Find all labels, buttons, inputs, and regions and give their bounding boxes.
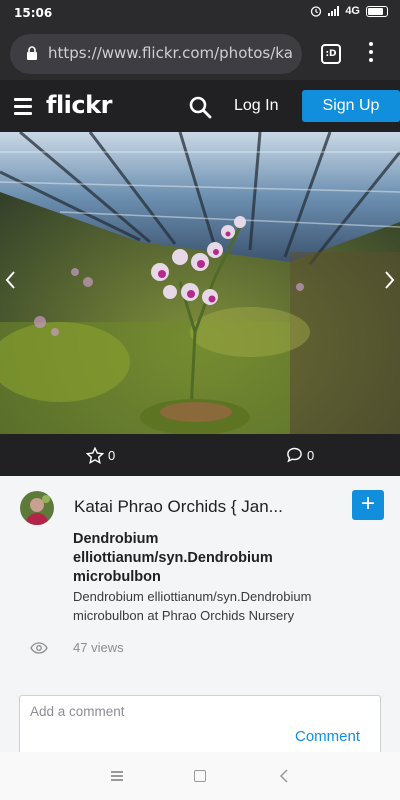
browser-toolbar: https://www.flickr.com/photos/ka :D bbox=[0, 28, 400, 80]
site-header: flickr Log In Sign Up bbox=[0, 80, 400, 132]
home-icon[interactable] bbox=[194, 770, 206, 782]
network-type: 4G bbox=[345, 5, 360, 17]
favorite-button[interactable]: 0 bbox=[86, 447, 115, 464]
avatar[interactable] bbox=[20, 491, 54, 525]
status-icons: 4G bbox=[310, 5, 388, 17]
photo-title: Dendrobium elliottianum/syn.Dendrobium m… bbox=[73, 531, 273, 585]
chevron-right-icon[interactable] bbox=[382, 268, 396, 292]
search-icon[interactable] bbox=[188, 95, 212, 119]
comment-input[interactable] bbox=[30, 704, 310, 719]
eye-icon bbox=[30, 642, 48, 654]
address-bar[interactable]: https://www.flickr.com/photos/ka bbox=[10, 34, 302, 74]
tab-switcher-button[interactable]: :D bbox=[321, 44, 341, 64]
favorites-count: 0 bbox=[108, 448, 116, 463]
star-icon bbox=[86, 447, 104, 464]
comment-button[interactable]: Comment bbox=[295, 728, 360, 745]
back-icon[interactable] bbox=[278, 768, 290, 784]
avatar-image bbox=[20, 491, 54, 525]
system-nav-bar bbox=[0, 752, 400, 800]
battery-icon bbox=[366, 5, 388, 17]
status-bar: 15:06 4G bbox=[0, 0, 400, 28]
follow-add-button[interactable]: + bbox=[352, 490, 384, 520]
comments-count: 0 bbox=[307, 447, 315, 463]
chevron-left-icon[interactable] bbox=[4, 268, 18, 292]
url-text: https://www.flickr.com/photos/ka bbox=[48, 44, 293, 62]
alarm-icon bbox=[311, 6, 322, 17]
status-time: 15:06 bbox=[14, 6, 53, 20]
lock-icon bbox=[27, 46, 37, 60]
comment-icon bbox=[287, 447, 302, 463]
flickr-logo[interactable]: flickr bbox=[46, 91, 112, 119]
signup-button[interactable]: Sign Up bbox=[302, 90, 400, 122]
photo-description: Dendrobium elliottianum/syn.Dendrobium m… bbox=[73, 589, 312, 623]
recent-apps-icon[interactable] bbox=[111, 771, 123, 781]
owner-name[interactable]: Katai Phrao Orchids { Jan... bbox=[74, 497, 314, 517]
login-link[interactable]: Log In bbox=[234, 97, 278, 115]
more-options-icon[interactable] bbox=[366, 42, 376, 66]
comments-button[interactable]: 0 bbox=[286, 447, 314, 463]
orchid-photo bbox=[0, 132, 400, 434]
photo-actions-bar: 0 0 bbox=[0, 434, 400, 476]
signal-icon bbox=[328, 6, 340, 16]
main-photo[interactable] bbox=[0, 132, 400, 434]
menu-icon[interactable] bbox=[14, 98, 32, 115]
views-count: 47 views bbox=[73, 640, 124, 655]
